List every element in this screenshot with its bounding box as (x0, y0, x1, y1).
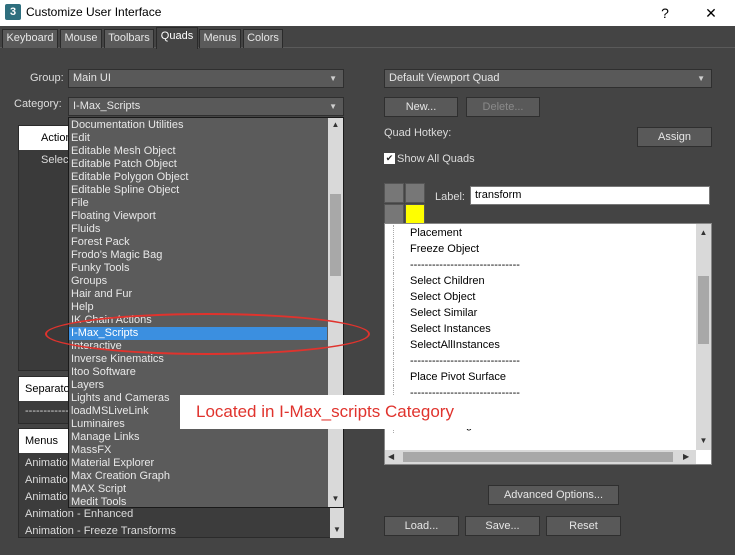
quad-item[interactable]: ------------------------------ (393, 353, 693, 369)
category-option[interactable]: Edit (69, 132, 327, 145)
show-all-label: Show All Quads (397, 153, 475, 165)
quad-dropdown[interactable]: Default Viewport Quad ▼ (384, 69, 712, 88)
actions-first-row[interactable]: Selec (41, 154, 69, 166)
quad-label-input[interactable]: transform (470, 186, 710, 205)
chevron-down-icon: ▼ (329, 74, 337, 83)
quad-item[interactable]: Freeze Object (393, 241, 693, 257)
category-option[interactable]: Manage Links (69, 431, 327, 444)
menu-list-item[interactable]: Animation (25, 491, 74, 503)
category-option[interactable]: Funky Tools (69, 262, 327, 275)
category-option[interactable]: Itoo Software (69, 366, 327, 379)
category-option[interactable]: MassFX (69, 444, 327, 457)
quad-item[interactable]: Select Instances (393, 321, 693, 337)
quad-vertical-scrollbar[interactable]: ▲ ▼ (696, 224, 711, 450)
quad-bottom-left[interactable] (384, 204, 404, 224)
quad-item[interactable]: Select Children (393, 273, 693, 289)
group-value: Main UI (73, 72, 111, 84)
scroll-thumb[interactable] (330, 194, 341, 276)
category-option[interactable]: Editable Patch Object (69, 158, 327, 171)
menu-list-item[interactable]: Animation - Freeze Transforms (25, 525, 176, 537)
category-option[interactable]: Editable Spline Object (69, 184, 327, 197)
category-scrollbar[interactable]: ▲ ▼ (328, 118, 343, 507)
tab-keyboard[interactable]: Keyboard (2, 29, 58, 48)
quad-item[interactable]: Placement (393, 225, 693, 241)
category-option[interactable]: Groups (69, 275, 327, 288)
menus-header[interactable]: Menus (19, 429, 69, 453)
quad-item[interactable]: Select Object (393, 289, 693, 305)
show-all-checkbox[interactable]: ✔ (384, 153, 395, 164)
group-dropdown[interactable]: Main UI ▼ (68, 69, 344, 88)
assign-button[interactable]: Assign (637, 127, 712, 147)
category-option[interactable]: Material Explorer (69, 457, 327, 470)
category-label: Category: (14, 98, 62, 110)
chevron-down-icon: ▼ (329, 102, 337, 111)
category-option[interactable]: MAX Script (69, 483, 327, 496)
category-option[interactable]: File (69, 197, 327, 210)
window-title: Customize User Interface (26, 5, 162, 19)
chevron-down-icon[interactable]: ▼ (330, 525, 344, 534)
quad-value: Default Viewport Quad (389, 72, 500, 84)
category-value: I-Max_Scripts (73, 100, 141, 112)
scroll-thumb[interactable] (403, 452, 673, 462)
category-option[interactable]: Max Creation Graph (69, 470, 327, 483)
quad-label-label: Label: (435, 191, 465, 203)
tab-colors[interactable]: Colors (243, 29, 283, 48)
chevron-up-icon[interactable]: ▲ (696, 228, 711, 237)
help-button[interactable]: ? (655, 3, 675, 23)
category-option[interactable]: Medit Tools (69, 496, 327, 507)
category-option[interactable]: Layers (69, 379, 327, 392)
chevron-right-icon[interactable]: ▶ (683, 452, 689, 461)
quad-horizontal-scrollbar[interactable]: ◀ ▶ (385, 450, 696, 464)
separator-line[interactable]: ------------ (25, 405, 69, 417)
app-icon: 3 (5, 4, 21, 20)
category-option[interactable]: Editable Polygon Object (69, 171, 327, 184)
tab-toolbars[interactable]: Toolbars (104, 29, 154, 48)
chevron-left-icon[interactable]: ◀ (388, 452, 394, 461)
chevron-down-icon[interactable]: ▼ (696, 436, 711, 445)
quad-bottom-right[interactable] (405, 204, 425, 224)
chevron-up-icon[interactable]: ▲ (328, 120, 343, 129)
menu-list-item[interactable]: Animation - Enhanced (25, 508, 133, 520)
menu-list-item[interactable]: Animation (25, 457, 74, 469)
save-button[interactable]: Save... (465, 516, 540, 536)
category-option[interactable]: Hair and Fur (69, 288, 327, 301)
tab-quads[interactable]: Quads (156, 27, 198, 49)
close-button[interactable]: ✕ (700, 3, 722, 23)
chevron-down-icon[interactable]: ▼ (328, 494, 343, 503)
quad-item[interactable]: Place Pivot Surface (393, 369, 693, 385)
tab-menus[interactable]: Menus (199, 29, 241, 48)
quad-top-right[interactable] (405, 183, 425, 203)
category-dropdown[interactable]: I-Max_Scripts ▼ (68, 97, 344, 116)
annotation-callout: Located in I-Max_scripts Category (180, 395, 526, 429)
reset-button[interactable]: Reset (546, 516, 621, 536)
advanced-options-button[interactable]: Advanced Options... (488, 485, 619, 505)
menu-list-item[interactable]: Animation (25, 474, 74, 486)
quad-item[interactable]: ------------------------------ (393, 257, 693, 273)
category-option[interactable]: Fluids (69, 223, 327, 236)
scroll-thumb[interactable] (698, 276, 709, 344)
quad-item[interactable]: Select Similar (393, 305, 693, 321)
tab-mouse[interactable]: Mouse (60, 29, 102, 48)
category-option[interactable]: Forest Pack (69, 236, 327, 249)
group-label: Group: (30, 72, 64, 84)
chevron-down-icon: ▼ (697, 74, 705, 83)
quad-item[interactable]: SelectAllInstances (393, 337, 693, 353)
annotation-ellipse (45, 313, 370, 355)
quad-hotkey-label: Quad Hotkey: (384, 127, 452, 139)
category-option[interactable]: Frodo's Magic Bag (69, 249, 327, 262)
quad-top-left[interactable] (384, 183, 404, 203)
delete-button[interactable]: Delete... (466, 97, 540, 117)
category-option[interactable]: Floating Viewport (69, 210, 327, 223)
category-option[interactable]: Documentation Utilities (69, 119, 327, 132)
load-button[interactable]: Load... (384, 516, 459, 536)
new-button[interactable]: New... (384, 97, 458, 117)
category-option[interactable]: Editable Mesh Object (69, 145, 327, 158)
